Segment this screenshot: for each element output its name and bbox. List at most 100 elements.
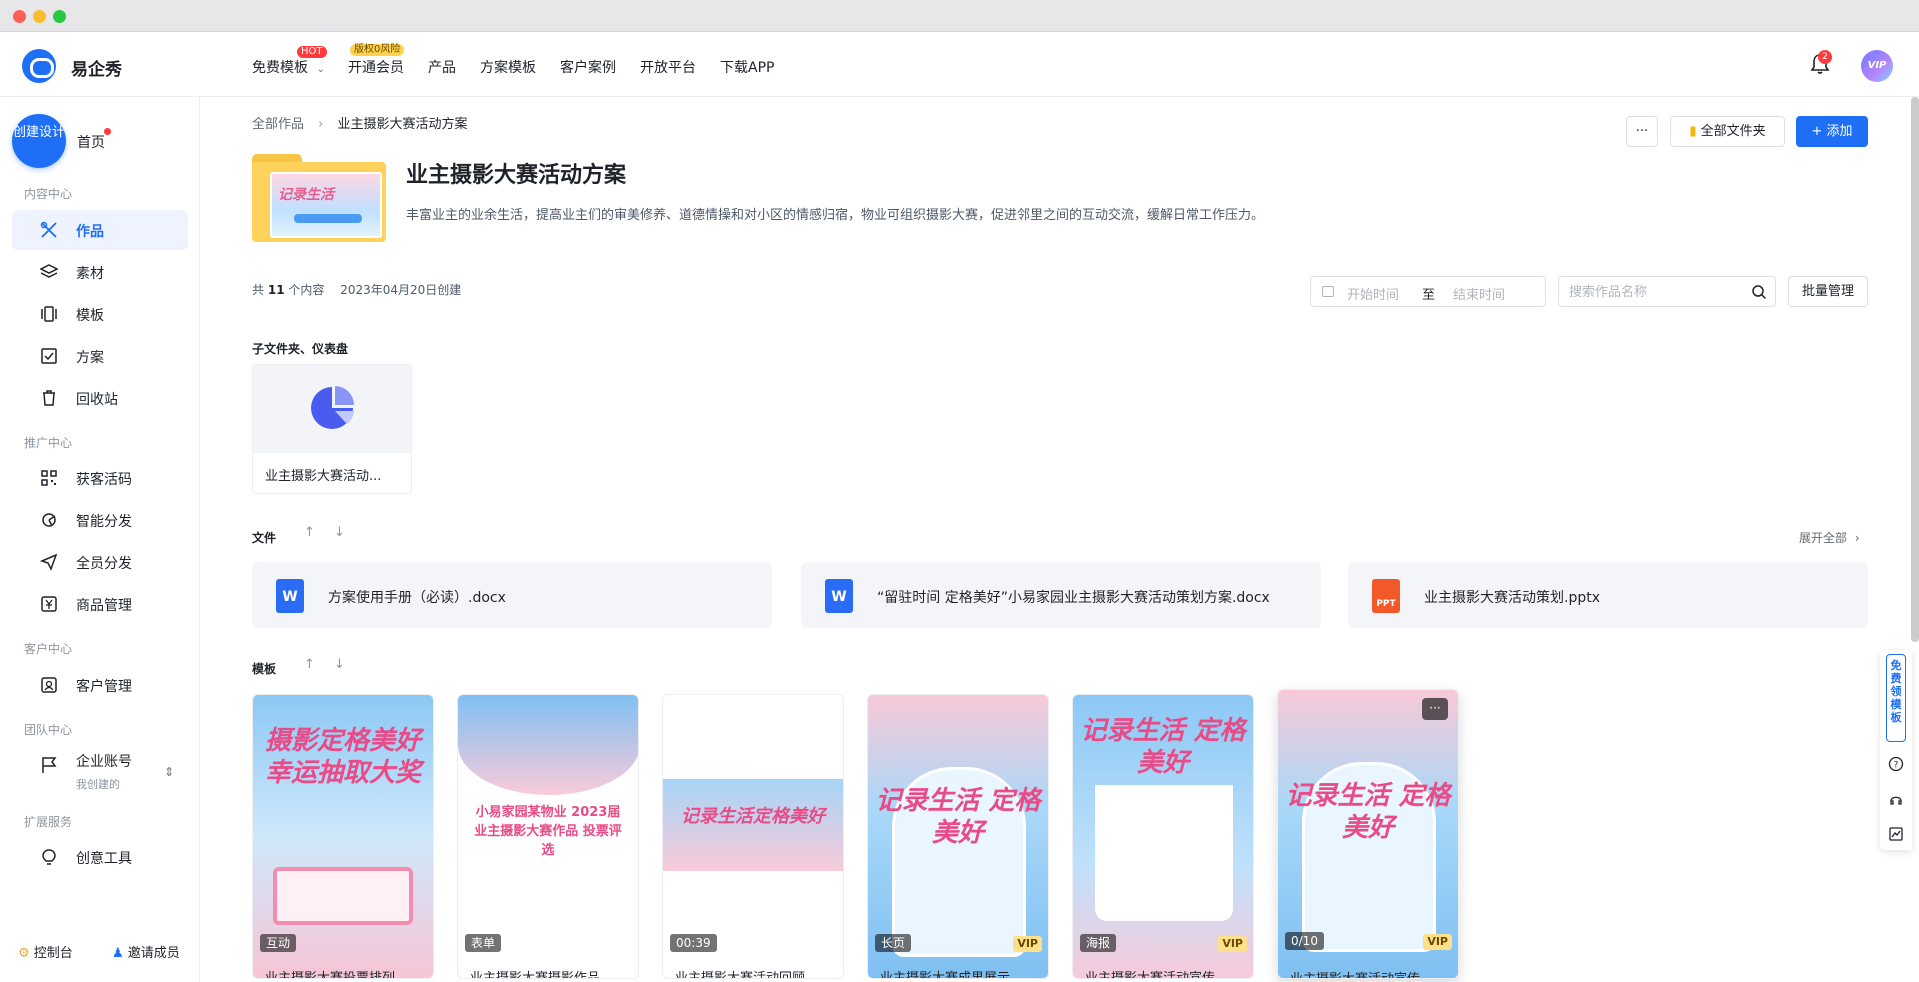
- word-file-icon: W: [276, 579, 304, 613]
- avatar[interactable]: VIP: [1861, 50, 1893, 82]
- file-card[interactable]: PPT 业主摄影大赛活动策划.pptx: [1348, 562, 1868, 628]
- template-type-badge: 互动: [260, 934, 297, 952]
- sidebar: 创建设计 首页 内容中心 作品 素材 模板 方案 回收站 推广中心 获客活码 智…: [0, 97, 200, 982]
- close-window-button[interactable]: [13, 10, 26, 23]
- layers-icon: [40, 264, 58, 278]
- template-name: 业主摄影大赛投票排列: [265, 971, 396, 979]
- nav-open-platform[interactable]: 开放平台: [640, 57, 696, 77]
- folder-thumbnail: 记录生活: [252, 154, 386, 242]
- expand-all-link[interactable]: 展开全部 ›: [1799, 529, 1860, 546]
- sort-desc-icon[interactable]: ↓: [334, 657, 345, 672]
- template-card[interactable]: 记录生活定格美好 00:39 业主摄影大赛活动回顾: [662, 694, 844, 979]
- nav-download-app[interactable]: 下载APP: [720, 57, 774, 77]
- file-card[interactable]: W “留驻时间 定格美好”小易家园业主摄影大赛活动策划方案.docx: [801, 562, 1321, 628]
- breadcrumb-all-works[interactable]: 全部作品: [252, 117, 304, 132]
- sort-desc-icon[interactable]: ↓: [334, 525, 345, 540]
- create-design-button[interactable]: 创建设计: [12, 114, 66, 168]
- all-folders-button[interactable]: ▮ 全部文件夹: [1670, 116, 1785, 147]
- breadcrumb-current: 业主摄影大赛活动方案: [337, 117, 468, 132]
- top-navigation: 易企秀 免费模板 ⌄ HOT 开通会员 版权0风险 产品 方案模板 客户案例 开…: [0, 32, 1919, 97]
- add-user-icon: ♟: [112, 946, 124, 961]
- template-name: 业主摄影大赛活动宣传: [1290, 968, 1420, 978]
- sort-asc-icon[interactable]: ↑: [304, 657, 315, 672]
- end-date-field[interactable]: 结束时间: [1453, 284, 1505, 303]
- checklist-icon: [41, 348, 57, 364]
- invite-members-link[interactable]: ♟ 邀请成员: [112, 942, 180, 961]
- sidebar-item-product-management[interactable]: 商品管理: [12, 584, 188, 624]
- sidebar-item-templates[interactable]: 模板: [12, 294, 188, 334]
- start-date-field[interactable]: 开始时间: [1347, 284, 1399, 303]
- sidebar-item-home[interactable]: 首页: [77, 132, 105, 152]
- unread-dot: [104, 128, 111, 135]
- section-title-customer: 客户中心: [24, 642, 73, 656]
- enterprise-account-subtitle: 我创建的: [76, 778, 120, 791]
- sidebar-item-staff-distribution[interactable]: 全员分发: [12, 542, 188, 582]
- page-description: 丰富业主的业余生活，提高业主们的审美修养、道德情操和对小区的情感归宿，物业可组织…: [406, 208, 1265, 223]
- trash-icon: [43, 390, 55, 406]
- card-more-button[interactable]: ···: [1422, 698, 1448, 720]
- sidebar-item-recycle-bin[interactable]: 回收站: [12, 378, 188, 418]
- date-range-picker[interactable]: 开始时间 至 结束时间: [1310, 276, 1546, 307]
- chevron-right-icon: ›: [1854, 531, 1860, 545]
- sidebar-item-creative-tools[interactable]: 创意工具: [12, 837, 188, 877]
- sidebar-item-plans[interactable]: 方案: [12, 336, 188, 376]
- file-name: “留驻时间 定格美好”小易家园业主摄影大赛活动策划方案.docx: [877, 590, 1270, 606]
- yuan-icon: [41, 596, 57, 612]
- vip-badge: VIP: [1423, 934, 1452, 950]
- app-name[interactable]: 易企秀: [71, 55, 122, 80]
- template-headline: 记录生活定格美好: [681, 806, 825, 827]
- nav-free-templates[interactable]: 免费模板 ⌄: [252, 57, 325, 77]
- template-card[interactable]: 摄影定格美好 幸运抽取大奖 互动 业主摄影大赛投票排列: [252, 694, 434, 979]
- nav-membership[interactable]: 开通会员: [348, 57, 404, 77]
- template-type-badge: 海报: [1080, 934, 1117, 952]
- batch-manage-button[interactable]: 批量管理: [1788, 276, 1868, 307]
- lightbulb-icon: [42, 849, 56, 865]
- minimize-window-button[interactable]: [33, 10, 46, 23]
- sidebar-item-enterprise-account[interactable]: 企业账号 我创建的 ⇕: [12, 745, 188, 795]
- page-title: 业主摄影大赛活动方案: [406, 163, 627, 188]
- sidebar-item-materials[interactable]: 素材: [12, 252, 188, 292]
- word-file-icon: W: [825, 579, 853, 613]
- customer-service-icon[interactable]: [1888, 792, 1904, 808]
- template-type-badge: 长页: [875, 934, 912, 952]
- logo-icon[interactable]: [22, 49, 56, 83]
- template-card[interactable]: 记录生活 定格美好 海报 VIP 业主摄影大赛活动宣传: [1072, 694, 1254, 979]
- sidebar-item-smart-distribution[interactable]: 智能分发: [12, 500, 188, 540]
- template-headline: 小易家园某物业 2023届业主摄影大赛作品 投票评选: [474, 805, 622, 858]
- template-card[interactable]: 记录生活 定格美好 长页 VIP 业主摄影大赛成果展示: [867, 694, 1049, 979]
- help-icon[interactable]: ?: [1888, 756, 1904, 772]
- date-range-separator: 至: [1422, 288, 1436, 303]
- vip-badge: VIP: [1013, 936, 1042, 952]
- main-content: 全部作品 › 业主摄影大赛活动方案 ··· ▮ 全部文件夹 + 添加 记录生活 …: [200, 97, 1919, 982]
- console-link[interactable]: ⚙ 控制台: [18, 942, 73, 961]
- sort-asc-icon[interactable]: ↑: [304, 525, 315, 540]
- content-meta: 共 11 个内容 2023年04月20日创建: [252, 283, 462, 297]
- template-icon: [41, 306, 57, 322]
- template-card-hovered[interactable]: 记录生活 定格美好 ··· 0/10 VIP 业主摄影大赛活动宣传: [1277, 689, 1459, 979]
- nav-solution-templates[interactable]: 方案模板: [480, 57, 536, 77]
- maximize-window-button[interactable]: [53, 10, 66, 23]
- template-card[interactable]: 小易家园某物业 2023届业主摄影大赛作品 投票评选 表单 业主摄影大赛摄影作品: [457, 694, 639, 979]
- file-name: 方案使用手册（必读）.docx: [328, 590, 506, 606]
- section-title-team: 团队中心: [24, 723, 73, 737]
- more-button[interactable]: ···: [1626, 116, 1658, 147]
- nav-customer-cases[interactable]: 客户案例: [560, 57, 616, 77]
- dashboard-card[interactable]: 业主摄影大赛活动...: [252, 364, 412, 494]
- nav-products[interactable]: 产品: [428, 57, 456, 77]
- search-input[interactable]: [1569, 282, 1739, 302]
- qrcode-icon: [41, 470, 57, 486]
- sidebar-item-qr-code[interactable]: 获客活码: [12, 458, 188, 498]
- add-button[interactable]: + 添加: [1796, 116, 1868, 147]
- free-templates-button[interactable]: 免费领模板: [1886, 654, 1906, 742]
- chevron-updown-icon[interactable]: ⇕: [164, 765, 174, 779]
- template-name: 业主摄影大赛成果展示: [880, 971, 1011, 979]
- vertical-scrollbar[interactable]: [1911, 97, 1919, 642]
- search-icon[interactable]: [1751, 284, 1767, 300]
- chart-icon[interactable]: [1888, 826, 1904, 842]
- sidebar-item-customer-management[interactable]: 客户管理: [12, 665, 188, 705]
- sidebar-item-works[interactable]: 作品: [12, 210, 188, 250]
- copyright-badge: 版权0风险: [350, 44, 405, 56]
- file-card[interactable]: W 方案使用手册（必读）.docx: [252, 562, 772, 628]
- templates-section-title: 模板: [252, 662, 277, 676]
- svg-text:?: ?: [1894, 761, 1899, 771]
